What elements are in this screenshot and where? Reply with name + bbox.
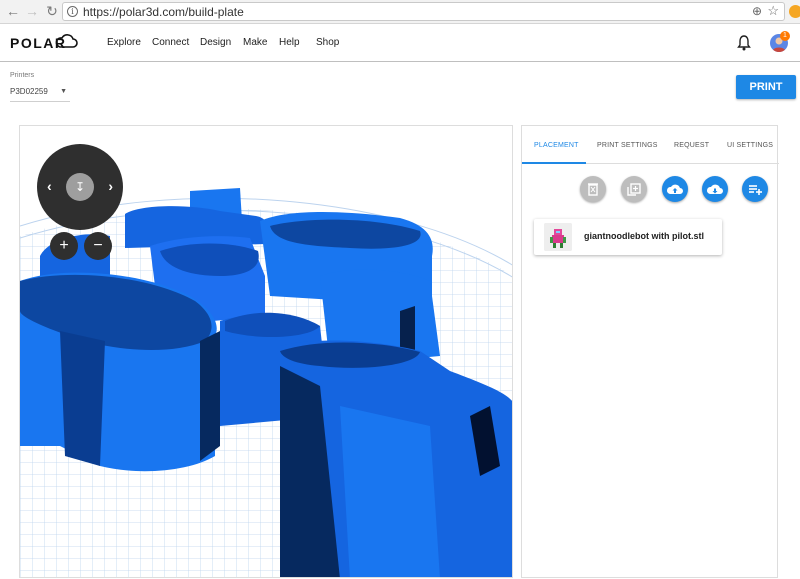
drop-to-plate-icon[interactable]: ↧ bbox=[66, 173, 94, 201]
print-button[interactable]: PRINT bbox=[736, 75, 796, 99]
zoom-out-button[interactable]: − bbox=[84, 232, 112, 260]
upload-button[interactable] bbox=[662, 176, 688, 202]
zoom-in-button[interactable]: + bbox=[50, 232, 78, 260]
printer-select[interactable]: P3D02259 ▼ bbox=[10, 87, 70, 102]
extension-icon[interactable] bbox=[789, 5, 800, 18]
back-arrow-icon[interactable]: ← bbox=[5, 3, 21, 19]
add-to-queue-button[interactable] bbox=[742, 176, 768, 202]
add-list-icon bbox=[749, 185, 762, 195]
tab-bar: PLACEMENT PRINT SETTINGS REQUEST UI SETT… bbox=[522, 126, 779, 164]
duplicate-button[interactable] bbox=[621, 176, 647, 202]
browser-toolbar: ← → ↻ i https://polar3d.com/build-plate … bbox=[0, 0, 800, 24]
nav-help[interactable]: Help bbox=[279, 37, 300, 48]
nav-shop[interactable]: Shop bbox=[316, 37, 339, 48]
tab-placement[interactable]: PLACEMENT bbox=[534, 142, 579, 149]
info-icon[interactable]: i bbox=[67, 6, 78, 17]
forward-arrow-icon[interactable]: → bbox=[24, 3, 40, 19]
delete-button[interactable] bbox=[580, 176, 606, 202]
tab-request[interactable]: REQUEST bbox=[674, 142, 709, 149]
cloud-download-icon bbox=[706, 184, 723, 194]
bell-icon[interactable] bbox=[737, 35, 751, 51]
nav-connect[interactable]: Connect bbox=[152, 37, 189, 48]
duplicate-icon bbox=[627, 183, 641, 196]
nav-design[interactable]: Design bbox=[200, 37, 231, 48]
side-panel: PLACEMENT PRINT SETTINGS REQUEST UI SETT… bbox=[521, 125, 779, 578]
nav-explore[interactable]: Explore bbox=[107, 37, 141, 48]
chevron-left-icon[interactable]: ‹ bbox=[47, 178, 52, 194]
chevron-right-icon[interactable]: › bbox=[108, 178, 113, 194]
caret-down-icon: ▼ bbox=[60, 88, 67, 95]
robot-thumbnail-icon bbox=[544, 223, 572, 251]
address-bar[interactable]: i https://polar3d.com/build-plate ⊕ ☆ bbox=[62, 2, 785, 21]
download-button[interactable] bbox=[702, 176, 728, 202]
reload-icon[interactable]: ↻ bbox=[44, 3, 60, 19]
tab-ui-settings[interactable]: UI SETTINGS bbox=[727, 142, 773, 149]
tab-print-settings[interactable]: PRINT SETTINGS bbox=[597, 142, 658, 149]
nav-make[interactable]: Make bbox=[243, 37, 267, 48]
file-list-item[interactable]: giantnoodlebot with pilot.stl bbox=[534, 219, 722, 255]
printer-select-value: P3D02259 bbox=[10, 87, 48, 96]
bookmark-star-icon[interactable]: ☆ bbox=[767, 3, 779, 19]
active-tab-indicator bbox=[522, 162, 586, 164]
delete-icon bbox=[588, 183, 598, 196]
cloud-upload-icon bbox=[666, 184, 683, 194]
camera-nav-pad: ‹ ↧ › bbox=[37, 144, 123, 230]
cloud-logo-icon[interactable] bbox=[54, 33, 78, 49]
file-name: giantnoodlebot with pilot.stl bbox=[584, 231, 704, 241]
file-thumbnail bbox=[544, 223, 572, 251]
zoom-icon[interactable]: ⊕ bbox=[752, 4, 762, 18]
printers-label: Printers bbox=[10, 72, 35, 79]
notification-badge: 1 bbox=[780, 31, 790, 41]
app-header: POLAR Explore Connect Design Make Help S… bbox=[0, 25, 800, 62]
url-text[interactable]: https://polar3d.com/build-plate bbox=[83, 5, 244, 19]
